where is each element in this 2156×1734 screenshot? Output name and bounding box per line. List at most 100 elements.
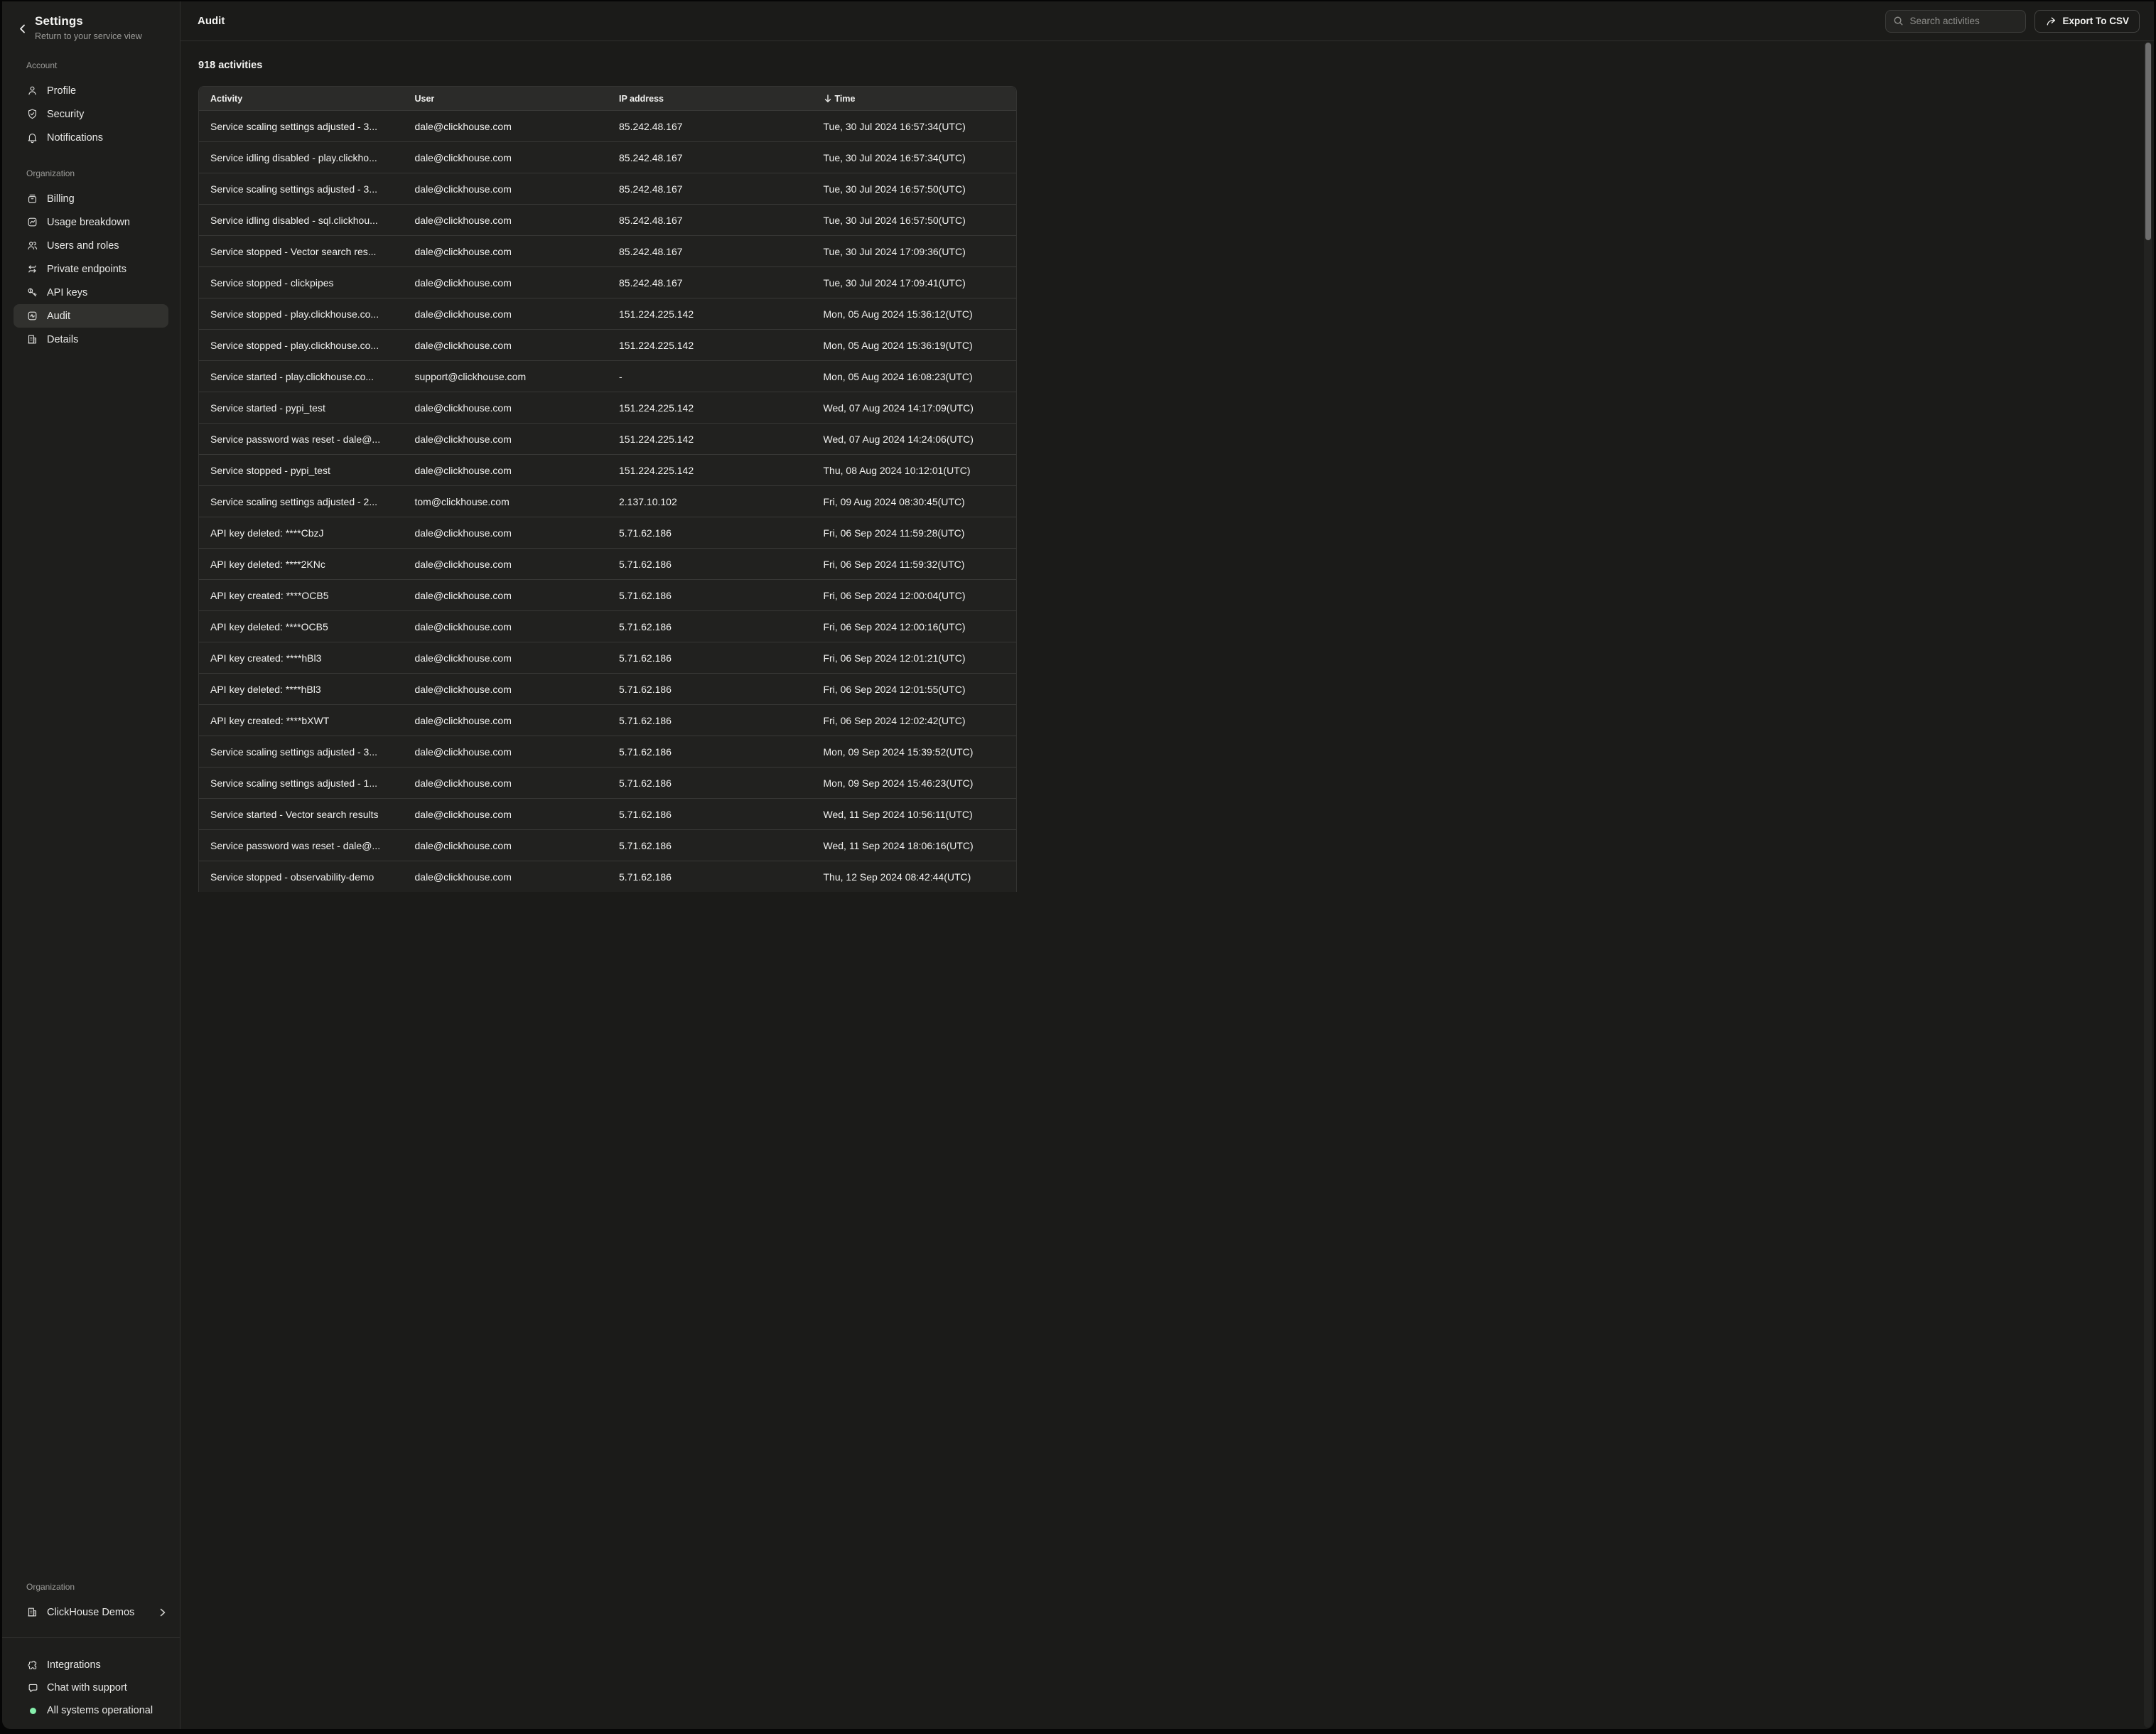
table-row[interactable]: API key deleted: ****CbzJdale@clickhouse… [199,517,1016,548]
back-chevron-icon[interactable] [16,21,28,36]
settings-sidebar: Settings Return to your service view Acc… [2,1,180,1729]
table-row[interactable]: API key created: ****hBl3dale@clickhouse… [199,642,1016,673]
table-row[interactable]: Service stopped - pypi_testdale@clickhou… [199,454,1016,485]
cell-user: dale@clickhouse.com [404,590,608,601]
cell-time: Fri, 09 Aug 2024 08:30:45(UTC) [812,496,1017,507]
footer-item-label: All systems operational [47,1705,153,1716]
column-header-time[interactable]: Time [812,94,1017,104]
cell-activity: API key deleted: ****OCB5 [199,621,404,632]
table-row[interactable]: Service scaling settings adjusted - 3...… [199,736,1016,767]
table-row[interactable]: Service stopped - play.clickhouse.co...d… [199,298,1016,329]
table-row[interactable]: Service started - pypi_testdale@clickhou… [199,392,1016,423]
bell-icon [26,131,39,144]
cell-activity: Service scaling settings adjusted - 2... [199,496,404,507]
cell-activity: Service started - pypi_test [199,402,404,414]
sidebar-item-security[interactable]: Security [2,102,180,126]
cell-user: dale@clickhouse.com [404,746,608,758]
export-csv-button[interactable]: Export To CSV [2034,10,2140,33]
cell-activity: Service scaling settings adjusted - 1... [199,777,404,789]
puzzle-icon [26,1659,39,1671]
audit-content: 918 activities ActivityUserIP addressTim… [180,41,2154,1729]
sidebar-item-profile[interactable]: Profile [2,79,180,102]
cell-time: Wed, 11 Sep 2024 10:56:11(UTC) [812,809,1017,820]
sidebar-item-label: API keys [47,287,87,298]
table-row[interactable]: Service scaling settings adjusted - 2...… [199,485,1016,517]
vertical-scrollbar[interactable] [2144,42,2152,1728]
sidebar-header: Settings Return to your service view [2,1,180,41]
column-header-ip-address[interactable]: IP address [608,94,812,104]
table-row[interactable]: Service stopped - play.clickhouse.co...d… [199,329,1016,360]
table-row[interactable]: Service started - Vector search resultsd… [199,798,1016,829]
table-row[interactable]: Service scaling settings adjusted - 3...… [199,110,1016,141]
table-row[interactable]: Service scaling settings adjusted - 3...… [199,173,1016,204]
cell-user: dale@clickhouse.com [404,152,608,163]
cell-time: Wed, 07 Aug 2024 14:24:06(UTC) [812,434,1017,445]
sidebar-item-details[interactable]: Details [2,328,180,351]
search-input[interactable] [1909,16,2018,26]
section-label: Account [2,60,180,70]
table-row[interactable]: Service stopped - Vector search res...da… [199,235,1016,266]
sidebar-item-audit[interactable]: Audit [14,304,168,328]
key-icon [26,286,39,299]
footer-item-label: Integrations [47,1659,101,1671]
cell-user: dale@clickhouse.com [404,246,608,257]
cell-time: Mon, 05 Aug 2024 15:36:19(UTC) [812,340,1017,351]
sidebar-item-api-keys[interactable]: API keys [2,281,180,304]
cell-activity: Service password was reset - dale@... [199,434,404,445]
table-row[interactable]: Service started - play.clickhouse.co...s… [199,360,1016,392]
sidebar-item-label: Security [47,109,84,120]
cell-time: Mon, 05 Aug 2024 15:36:12(UTC) [812,308,1017,320]
table-row[interactable]: API key deleted: ****OCB5dale@clickhouse… [199,610,1016,642]
column-header-activity[interactable]: Activity [199,94,404,104]
table-row[interactable]: API key created: ****OCB5dale@clickhouse… [199,579,1016,610]
scrollbar-thumb[interactable] [2145,43,2151,240]
building-icon [26,1606,39,1619]
search-activities-box[interactable] [1885,10,2026,33]
sidebar-item-billing[interactable]: Billing [2,187,180,210]
table-row[interactable]: API key deleted: ****hBl3dale@clickhouse… [199,673,1016,704]
cell-activity: Service stopped - play.clickhouse.co... [199,308,404,320]
arrows-swap-icon [26,263,39,276]
sidebar-subtitle[interactable]: Return to your service view [35,31,142,41]
sidebar-title: Settings [35,14,142,28]
table-row[interactable]: Service scaling settings adjusted - 1...… [199,767,1016,798]
table-row[interactable]: Service stopped - clickpipesdale@clickho… [199,266,1016,298]
table-row[interactable]: API key deleted: ****2KNcdale@clickhouse… [199,548,1016,579]
footer-item-chat-with-support[interactable]: Chat with support [2,1676,180,1699]
cell-activity: API key deleted: ****CbzJ [199,527,404,539]
audit-pulse-icon [26,310,39,323]
cell-ip-address: 85.242.48.167 [608,121,812,132]
cell-time: Tue, 30 Jul 2024 16:57:34(UTC) [812,121,1017,132]
sidebar-item-label: Private endpoints [47,264,126,275]
cell-activity: API key created: ****bXWT [199,715,404,726]
cell-user: dale@clickhouse.com [404,777,608,789]
footer-item-label: Chat with support [47,1682,127,1693]
table-row[interactable]: Service stopped - observability-demodale… [199,861,1016,892]
footer-item-all-systems-operational[interactable]: All systems operational [2,1699,180,1722]
sidebar-item-usage-breakdown[interactable]: Usage breakdown [2,210,180,234]
sidebar-item-private-endpoints[interactable]: Private endpoints [2,257,180,281]
sidebar-item-notifications[interactable]: Notifications [2,126,180,149]
table-row[interactable]: Service idling disabled - sql.clickhou..… [199,204,1016,235]
table-row[interactable]: Service idling disabled - play.clickho..… [199,141,1016,173]
sort-arrow-down-icon [824,94,832,103]
column-header-user[interactable]: User [404,94,608,104]
sidebar-item-users-and-roles[interactable]: Users and roles [2,234,180,257]
cell-ip-address: 151.224.225.142 [608,308,812,320]
audit-table: ActivityUser IP address Time Service scali… [198,86,1017,892]
sidebar-item-label: Users and roles [47,240,119,252]
cell-ip-address: 5.71.62.186 [608,746,812,758]
column-header-label: IP address [619,94,664,104]
table-row[interactable]: Service password was reset - dale@...dal… [199,829,1016,861]
sidebar-bottom: Organization ClickHouse Demos Integratio… [2,1582,180,1729]
cell-ip-address: 85.242.48.167 [608,152,812,163]
org-switcher[interactable]: ClickHouse Demos [2,1600,180,1624]
cell-user: dale@clickhouse.com [404,684,608,695]
footer-item-integrations[interactable]: Integrations [2,1654,180,1676]
org-switcher-label: Organization [2,1582,180,1592]
cell-ip-address: 151.224.225.142 [608,465,812,476]
users-icon [26,239,39,252]
table-row[interactable]: API key created: ****bXWTdale@clickhouse… [199,704,1016,736]
table-row[interactable]: Service password was reset - dale@...dal… [199,423,1016,454]
cell-time: Mon, 09 Sep 2024 15:39:52(UTC) [812,746,1017,758]
